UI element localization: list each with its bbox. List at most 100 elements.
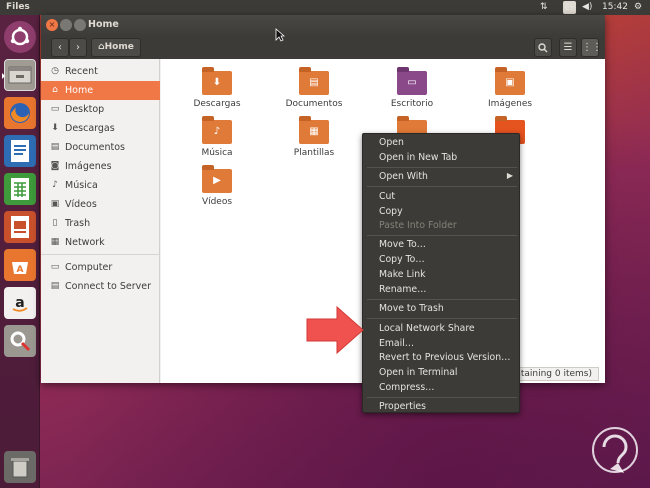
sidebar-item-descargas[interactable]: ⬇ Descargas xyxy=(41,119,160,138)
folder-icon: ⬇ xyxy=(202,67,232,95)
video-icon: ▣ xyxy=(50,199,60,209)
search-button[interactable] xyxy=(534,38,552,57)
back-button[interactable]: ‹ xyxy=(51,38,69,57)
ubuntu-dash-icon[interactable] xyxy=(4,21,36,53)
sidebar-item-label: Descargas xyxy=(65,123,115,134)
menu-item-local-network-share[interactable]: Local Network Share xyxy=(379,323,475,334)
sidebar-item-computer[interactable]: ▭ Computer xyxy=(41,258,160,277)
folder-documentos[interactable]: ▤ Documentos xyxy=(279,67,349,109)
menu-separator xyxy=(367,167,517,168)
menu-item-revert-to-previous-version[interactable]: Revert to Previous Version… xyxy=(379,352,510,363)
watermark-logo xyxy=(592,427,638,473)
document-icon: ▤ xyxy=(50,142,60,152)
grid-view-button[interactable]: ⋮⋮ xyxy=(581,38,602,57)
menu-item-open-in-terminal[interactable]: Open in Terminal xyxy=(379,367,458,378)
folder-label: Imágenes xyxy=(487,99,533,109)
menu-item-cut[interactable]: Cut xyxy=(379,191,395,202)
trash-icon[interactable] xyxy=(4,451,36,483)
menu-item-open-in-new-tab[interactable]: Open in New Tab xyxy=(379,152,457,163)
menu-item-compress[interactable]: Compress… xyxy=(379,382,434,393)
context-menu: Open Open in New Tab Open With ▶ Cut Cop… xyxy=(362,133,520,413)
menu-separator xyxy=(367,235,517,236)
menu-item-move-to[interactable]: Move To… xyxy=(379,239,426,250)
folder-label: Vídeos xyxy=(201,197,233,207)
sidebar-item-trash[interactable]: ▯ Trash xyxy=(41,214,160,233)
folder-plantillas[interactable]: ▦ Plantillas xyxy=(279,116,349,158)
folder-label: Plantillas xyxy=(293,148,335,158)
sidebar-item-label: Imágenes xyxy=(65,161,112,172)
menu-separator xyxy=(367,299,517,300)
sidebar-item-connect-to-server[interactable]: ▤ Connect to Server xyxy=(41,277,160,296)
sidebar-item-documentos[interactable]: ▤ Documentos xyxy=(41,138,160,157)
sidebar-item-label: Computer xyxy=(65,262,113,273)
path-bar-home-label: Home xyxy=(104,42,134,52)
libreoffice-writer-icon[interactable] xyxy=(4,135,36,167)
menu-item-properties[interactable]: Properties xyxy=(379,401,426,412)
software-center-icon[interactable]: A xyxy=(4,249,36,281)
keyboard-layout-indicator[interactable]: Es xyxy=(563,1,577,14)
places-sidebar: ◷ Recent ⌂ Home ▭ Desktop ⬇ Descargas ▤ Docum… xyxy=(41,59,160,383)
music-icon: ♪ xyxy=(52,180,58,190)
folder-imagenes[interactable]: ▣ Imágenes xyxy=(475,67,545,109)
sidebar-item-label: Home xyxy=(65,85,94,96)
amazon-icon[interactable]: a xyxy=(4,287,36,319)
sidebar-item-recent[interactable]: ◷ Recent xyxy=(41,62,160,81)
folder-descargas[interactable]: ⬇ Descargas xyxy=(182,67,252,109)
desktop-icon: ▭ xyxy=(50,104,60,114)
sidebar-item-label: Connect to Server xyxy=(65,281,152,292)
menu-item-copy-to[interactable]: Copy To… xyxy=(379,254,425,265)
menu-item-make-link[interactable]: Make Link xyxy=(379,269,425,280)
system-settings-icon[interactable] xyxy=(4,325,36,357)
menu-separator xyxy=(367,186,517,187)
menu-item-paste-into-folder: Paste Into Folder xyxy=(379,220,457,231)
menu-item-rename[interactable]: Rename… xyxy=(379,284,426,295)
power-gear-icon[interactable]: ⚙ xyxy=(634,1,642,14)
folder-escritorio[interactable]: ▭ Escritorio xyxy=(377,67,447,109)
libreoffice-impress-icon[interactable] xyxy=(4,211,36,243)
sidebar-item-label: Vídeos xyxy=(65,199,97,210)
sidebar-item-videos[interactable]: ▣ Vídeos xyxy=(41,195,160,214)
sidebar-item-network[interactable]: ▦ Network xyxy=(41,233,160,252)
libreoffice-calc-icon[interactable] xyxy=(4,173,36,205)
computer-icon: ▭ xyxy=(50,262,60,272)
firefox-icon[interactable] xyxy=(4,97,36,129)
sidebar-item-label: Música xyxy=(65,180,98,191)
server-icon: ▤ xyxy=(50,281,60,291)
forward-button[interactable]: › xyxy=(69,38,87,57)
folder-videos[interactable]: ▶ Vídeos xyxy=(182,165,252,207)
home-icon: ⌂ xyxy=(52,85,58,95)
list-view-button[interactable]: ☰ xyxy=(559,38,577,57)
folder-musica[interactable]: ♪ Música xyxy=(182,116,252,158)
sidebar-item-home[interactable]: ⌂ Home xyxy=(41,81,160,100)
sidebar-item-musica[interactable]: ♪ Música xyxy=(41,176,160,195)
folder-label: Descargas xyxy=(193,99,241,109)
camera-icon: ◙ xyxy=(50,161,60,171)
clock[interactable]: 15:42 xyxy=(602,1,628,14)
trash-icon: ▯ xyxy=(52,218,58,228)
toolbar: ‹ › ⌂Home ☰ ⋮⋮ xyxy=(41,37,605,59)
window-titlebar[interactable]: × Home xyxy=(41,15,605,37)
volume-icon[interactable]: ◀) xyxy=(582,1,592,14)
active-app-name: Files xyxy=(6,2,30,12)
folder-icon: ♪ xyxy=(202,116,232,144)
close-icon[interactable]: × xyxy=(46,19,58,31)
files-icon[interactable] xyxy=(2,59,36,91)
menu-item-copy[interactable]: Copy xyxy=(379,206,403,217)
sidebar-item-desktop[interactable]: ▭ Desktop xyxy=(41,100,160,119)
path-bar-home[interactable]: ⌂Home xyxy=(91,38,141,57)
folder-icon: ▣ xyxy=(495,67,525,95)
sidebar-item-imagenes[interactable]: ◙ Imágenes xyxy=(41,157,160,176)
annotation-arrow-icon xyxy=(306,305,364,355)
launcher: A a xyxy=(0,15,40,488)
menu-separator xyxy=(367,397,517,398)
mouse-cursor-icon xyxy=(275,28,285,42)
minimize-icon[interactable] xyxy=(60,19,72,31)
menu-separator xyxy=(367,318,517,319)
menu-item-open-with[interactable]: Open With xyxy=(379,171,428,182)
maximize-icon[interactable] xyxy=(74,19,86,31)
menu-item-move-to-trash[interactable]: Move to Trash xyxy=(379,303,444,314)
svg-text:a: a xyxy=(15,295,24,311)
menu-item-open[interactable]: Open xyxy=(379,137,404,148)
network-icon[interactable]: ⇅ xyxy=(540,1,548,14)
menu-item-email[interactable]: Email… xyxy=(379,338,414,349)
